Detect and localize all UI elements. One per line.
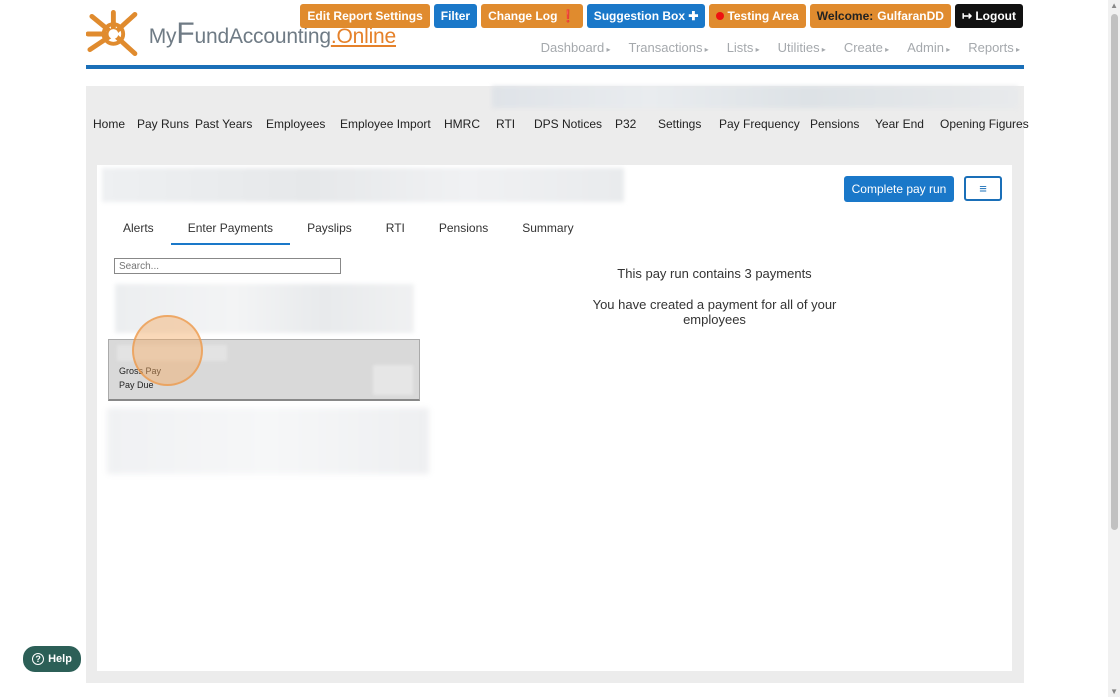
- tab-payslips[interactable]: Payslips: [290, 216, 369, 245]
- filter-button[interactable]: Filter: [433, 4, 478, 28]
- subnav-hmrc[interactable]: HMRC: [444, 117, 496, 131]
- hamburger-menu-button[interactable]: ≡: [964, 176, 1002, 201]
- redacted-banner: [492, 86, 1018, 108]
- subnav-pay-frequency[interactable]: Pay Frequency: [719, 117, 810, 131]
- subnav-home[interactable]: Home: [93, 117, 137, 131]
- subnav-rti[interactable]: RTI: [496, 117, 534, 131]
- nav-admin[interactable]: Admin: [907, 40, 950, 55]
- tab-summary[interactable]: Summary: [505, 216, 590, 245]
- welcome-user-button[interactable]: Welcome: GulfaranDD: [809, 4, 951, 28]
- complete-pay-run-button[interactable]: Complete pay run: [844, 176, 954, 202]
- payrun-tabs: Alerts Enter Payments Payslips RTI Pensi…: [106, 216, 591, 245]
- nav-transactions[interactable]: Transactions: [629, 40, 709, 55]
- pay-due-label: Pay Due: [119, 380, 154, 390]
- help-icon: ?: [32, 653, 45, 665]
- tab-pensions[interactable]: Pensions: [422, 216, 505, 245]
- suggestion-box-button[interactable]: Suggestion Box ✚: [586, 4, 706, 28]
- nav-lists[interactable]: Lists: [727, 40, 760, 55]
- redacted-payrun-title: [102, 168, 624, 202]
- subnav-pensions[interactable]: Pensions: [810, 117, 875, 131]
- logo-sun-icon: [86, 10, 138, 57]
- subnav-opening-figures[interactable]: Opening Figures: [940, 117, 1029, 131]
- subnav-dps-notices[interactable]: DPS Notices: [534, 117, 615, 131]
- subnav-pay-runs[interactable]: Pay Runs: [137, 117, 195, 131]
- header-divider: [86, 65, 1024, 69]
- scroll-down-icon[interactable]: ▼: [1110, 687, 1118, 696]
- subnav-year-end[interactable]: Year End: [875, 117, 940, 131]
- subnav-employee-import[interactable]: Employee Import: [340, 117, 444, 131]
- top-toolbar: Edit Report Settings Filter Change Log ❗…: [300, 4, 1023, 28]
- payroll-subnav: Home Pay Runs Past Years Employees Emplo…: [93, 117, 1029, 131]
- nav-utilities[interactable]: Utilities: [778, 40, 826, 55]
- testing-area-button[interactable]: Testing Area: [709, 4, 806, 28]
- main-nav: Dashboard Transactions Lists Utilities C…: [541, 40, 1020, 55]
- logout-button[interactable]: ↦ Logout: [954, 4, 1023, 28]
- redacted-amounts: [373, 365, 413, 395]
- change-log-button[interactable]: Change Log ❗: [481, 4, 583, 28]
- employee-search-input[interactable]: [114, 258, 341, 274]
- nav-dashboard[interactable]: Dashboard: [541, 40, 611, 55]
- subnav-settings[interactable]: Settings: [658, 117, 719, 131]
- help-button[interactable]: ? Help: [23, 646, 81, 672]
- tab-rti[interactable]: RTI: [369, 216, 422, 245]
- edit-report-settings-button[interactable]: Edit Report Settings: [300, 4, 430, 28]
- tab-enter-payments[interactable]: Enter Payments: [170, 216, 291, 245]
- hamburger-icon: ≡: [979, 181, 987, 196]
- nav-create[interactable]: Create: [844, 40, 889, 55]
- payment-count-text: This pay run contains 3 payments: [617, 266, 812, 281]
- page-scrollbar[interactable]: ▲ ▼: [1108, 0, 1120, 697]
- scroll-thumb[interactable]: [1111, 14, 1118, 530]
- subnav-past-years[interactable]: Past Years: [195, 117, 266, 131]
- payment-status-text: You have created a payment for all of yo…: [592, 297, 837, 327]
- scroll-up-icon[interactable]: ▲: [1110, 1, 1118, 10]
- subnav-p32[interactable]: P32: [615, 117, 658, 131]
- click-indicator: [132, 315, 203, 386]
- redacted-employee-row: [107, 408, 429, 474]
- nav-reports[interactable]: Reports: [968, 40, 1020, 55]
- subnav-employees[interactable]: Employees: [266, 117, 340, 131]
- tab-alerts[interactable]: Alerts: [106, 216, 171, 245]
- status-dot-icon: [716, 12, 725, 20]
